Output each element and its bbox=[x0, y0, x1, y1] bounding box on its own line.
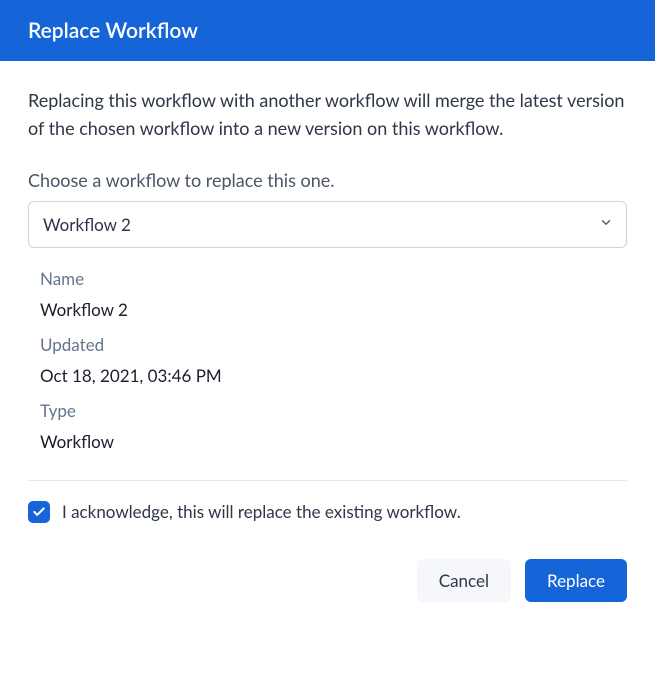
workflow-select[interactable]: Workflow 2 bbox=[28, 201, 627, 248]
replace-button[interactable]: Replace bbox=[525, 559, 627, 602]
detail-type-value: Workflow bbox=[40, 431, 615, 452]
acknowledge-text: I acknowledge, this will replace the exi… bbox=[62, 501, 461, 522]
divider bbox=[28, 480, 627, 481]
check-icon bbox=[32, 505, 46, 519]
cancel-button[interactable]: Cancel bbox=[417, 559, 511, 602]
dialog-description: Replacing this workflow with another wor… bbox=[28, 87, 627, 143]
detail-name-label: Name bbox=[40, 268, 615, 289]
acknowledge-checkbox[interactable] bbox=[28, 501, 50, 523]
acknowledge-row: I acknowledge, this will replace the exi… bbox=[28, 501, 627, 523]
detail-updated-label: Updated bbox=[40, 334, 615, 355]
dialog-title: Replace Workflow bbox=[28, 18, 627, 43]
workflow-details: Name Workflow 2 Updated Oct 18, 2021, 03… bbox=[28, 268, 627, 452]
workflow-select-label: Choose a workflow to replace this one. bbox=[28, 169, 627, 191]
dialog-header: Replace Workflow bbox=[0, 0, 655, 61]
dialog-content: Replacing this workflow with another wor… bbox=[0, 61, 655, 622]
detail-name-value: Workflow 2 bbox=[40, 299, 615, 320]
detail-type-label: Type bbox=[40, 400, 615, 421]
dialog-footer: Cancel Replace bbox=[28, 559, 627, 602]
workflow-select-wrapper: Workflow 2 bbox=[28, 201, 627, 248]
detail-updated-value: Oct 18, 2021, 03:46 PM bbox=[40, 365, 615, 386]
